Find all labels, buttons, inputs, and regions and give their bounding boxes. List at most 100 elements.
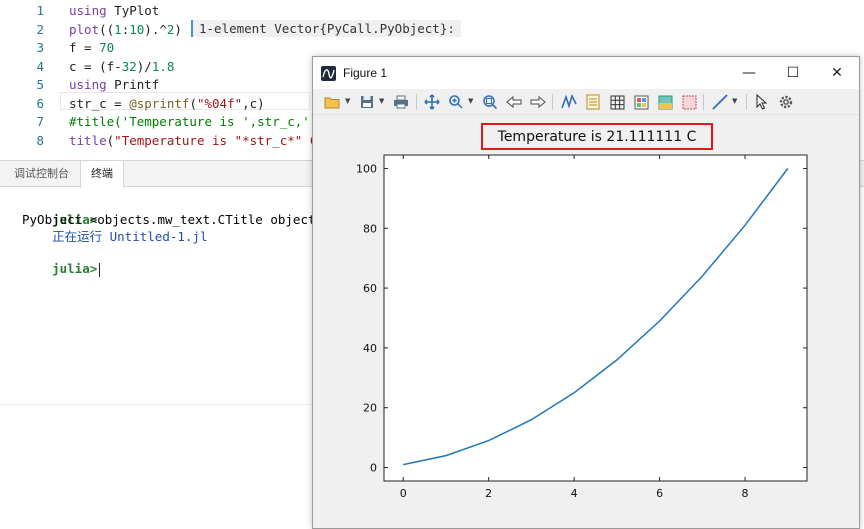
- plot-area[interactable]: 0 2 4 6 8020406080100: [313, 115, 859, 528]
- code-token: 10: [129, 21, 145, 37]
- line-number: 8: [36, 132, 44, 148]
- figure-toolbar: ▼ ▼ ▼ ▼: [313, 89, 859, 115]
- terminal-prompt-2: julia>: [52, 261, 98, 276]
- code-token: using: [69, 77, 107, 92]
- app-icon: [321, 66, 336, 81]
- code-token: c = (f-: [69, 58, 122, 74]
- code-text: using Printf: [69, 76, 159, 94]
- code-text: #title('Temperature is ',str_c,': [69, 113, 310, 131]
- legend-icon[interactable]: [584, 93, 602, 111]
- zoom-in-icon[interactable]: [447, 93, 465, 111]
- terminal-output-line: PyObject <objects.mw_text.CTitle object …: [22, 212, 339, 227]
- x-tick-label: 6: [656, 487, 663, 500]
- close-button[interactable]: ✕: [815, 57, 859, 89]
- code-text: using TyPlot: [69, 2, 159, 20]
- axes-frame: [383, 154, 808, 482]
- code-token: )/: [136, 58, 152, 74]
- tab-debug-console[interactable]: 调试控制台: [4, 161, 79, 187]
- open-dropdown-icon[interactable]: ▼: [345, 97, 350, 105]
- toolbar-separator-3: [703, 94, 704, 110]
- back-icon[interactable]: [505, 93, 523, 111]
- y-tick-label: 60: [363, 282, 377, 295]
- code-token: "Temperature is ": [114, 132, 243, 148]
- y-tick-label: 0: [370, 462, 377, 475]
- x-tick-label: 8: [742, 487, 749, 500]
- open-folder-icon[interactable]: [323, 93, 341, 111]
- pan-icon[interactable]: [423, 93, 441, 111]
- code-token: 1.8: [151, 58, 175, 74]
- text-cursor: [99, 262, 101, 277]
- toolbar-separator-2: [552, 94, 553, 110]
- figure-canvas[interactable]: 0 2 4 6 8 0 20 40 60 80 100 Temperature is 21.1111…: [313, 115, 859, 528]
- terminal-run-text: 正在运行 Untitled-1.jl: [52, 229, 208, 244]
- code-token: using: [69, 3, 107, 18]
- code-token: #title('Temperature is ',str_c,': [69, 114, 310, 129]
- code-token: ((: [99, 21, 115, 37]
- forward-icon[interactable]: [529, 93, 547, 111]
- y-tick-label: 100: [356, 162, 377, 175]
- code-token: ,c): [242, 95, 265, 111]
- code-line[interactable]: 1 using TyPlot: [0, 2, 864, 20]
- code-token: plot: [69, 21, 100, 37]
- toolbar-separator-4: [746, 94, 747, 110]
- tab-terminal[interactable]: 终端: [80, 161, 124, 188]
- x-tick-label: 4: [571, 487, 578, 500]
- code-token: 70: [99, 40, 115, 55]
- grid-icon[interactable]: [608, 93, 626, 111]
- zoom-fit-icon[interactable]: [481, 93, 499, 111]
- line-number: 7: [36, 114, 44, 129]
- code-text: str_c = @sprintf("%04f",c): [69, 95, 265, 113]
- minimize-icon: —: [742, 65, 756, 81]
- terminal-input-line[interactable]: julia>: [22, 243, 101, 294]
- line-number: 2: [36, 21, 44, 37]
- code-token: @sprintf: [129, 95, 190, 111]
- code-text: f = 70: [69, 39, 114, 57]
- code-text: c = (f-32)/1.8: [69, 58, 174, 76]
- print-icon[interactable]: [392, 93, 410, 111]
- fill-icon[interactable]: [656, 93, 674, 111]
- code-text: plot((1:10).^2): [69, 21, 182, 39]
- box-icon[interactable]: [680, 93, 698, 111]
- code-token: TyPlot: [106, 3, 160, 18]
- panel-divider: [0, 404, 312, 405]
- save-dropdown-icon[interactable]: ▼: [379, 97, 384, 105]
- line-number: 4: [36, 58, 44, 74]
- code-token: 32: [121, 58, 137, 74]
- code-token: str_c =: [69, 95, 130, 111]
- inline-result-badge[interactable]: 1-element Vector{PyCall.PyObject}:: [191, 20, 461, 37]
- code-text: title("Temperature is "*str_c*" C: [69, 132, 317, 150]
- line-dropdown-icon[interactable]: ▼: [732, 97, 737, 105]
- x-tick-label: 0: [400, 487, 407, 500]
- zoom-dropdown-icon[interactable]: ▼: [468, 97, 473, 105]
- x-tick-label: 2: [485, 487, 492, 500]
- line-style-icon[interactable]: [560, 93, 578, 111]
- maximize-icon: ☐: [786, 65, 800, 81]
- maximize-button[interactable]: ☐: [771, 57, 815, 89]
- y-tick-label: 20: [363, 402, 377, 415]
- figure-window[interactable]: Figure 1 — ☐ ✕ ▼ ▼ ▼ ▼ 0 2 4 6 8 0 20 40…: [312, 56, 860, 529]
- y-tick-label: 40: [363, 342, 377, 355]
- line-number: 1: [36, 3, 44, 18]
- figure-titlebar[interactable]: Figure 1 — ☐ ✕: [313, 57, 859, 89]
- code-token: 1: [114, 21, 122, 37]
- settings-icon[interactable]: [777, 93, 795, 111]
- code-token: ).^: [144, 21, 167, 37]
- colorbar-icon[interactable]: [632, 93, 650, 111]
- chart-title: Temperature is 21.111111 C: [481, 123, 713, 150]
- pointer-icon[interactable]: [753, 93, 771, 111]
- close-icon: ✕: [831, 65, 843, 81]
- code-token: "%04f": [196, 95, 243, 111]
- line-icon[interactable]: [711, 93, 729, 111]
- line-number: 5: [36, 77, 44, 92]
- save-icon[interactable]: [358, 93, 376, 111]
- minimize-button[interactable]: —: [727, 57, 771, 89]
- code-token: title: [69, 132, 107, 148]
- code-token: Printf: [106, 77, 160, 92]
- code-token: (: [189, 95, 197, 111]
- code-token: f =: [69, 40, 100, 55]
- toolbar-separator: [416, 94, 417, 110]
- line-number: 6: [36, 95, 44, 111]
- y-tick-label: 80: [363, 222, 377, 235]
- code-line[interactable]: 3 f = 70: [0, 39, 864, 57]
- code-token: *str_c*" C: [242, 132, 318, 148]
